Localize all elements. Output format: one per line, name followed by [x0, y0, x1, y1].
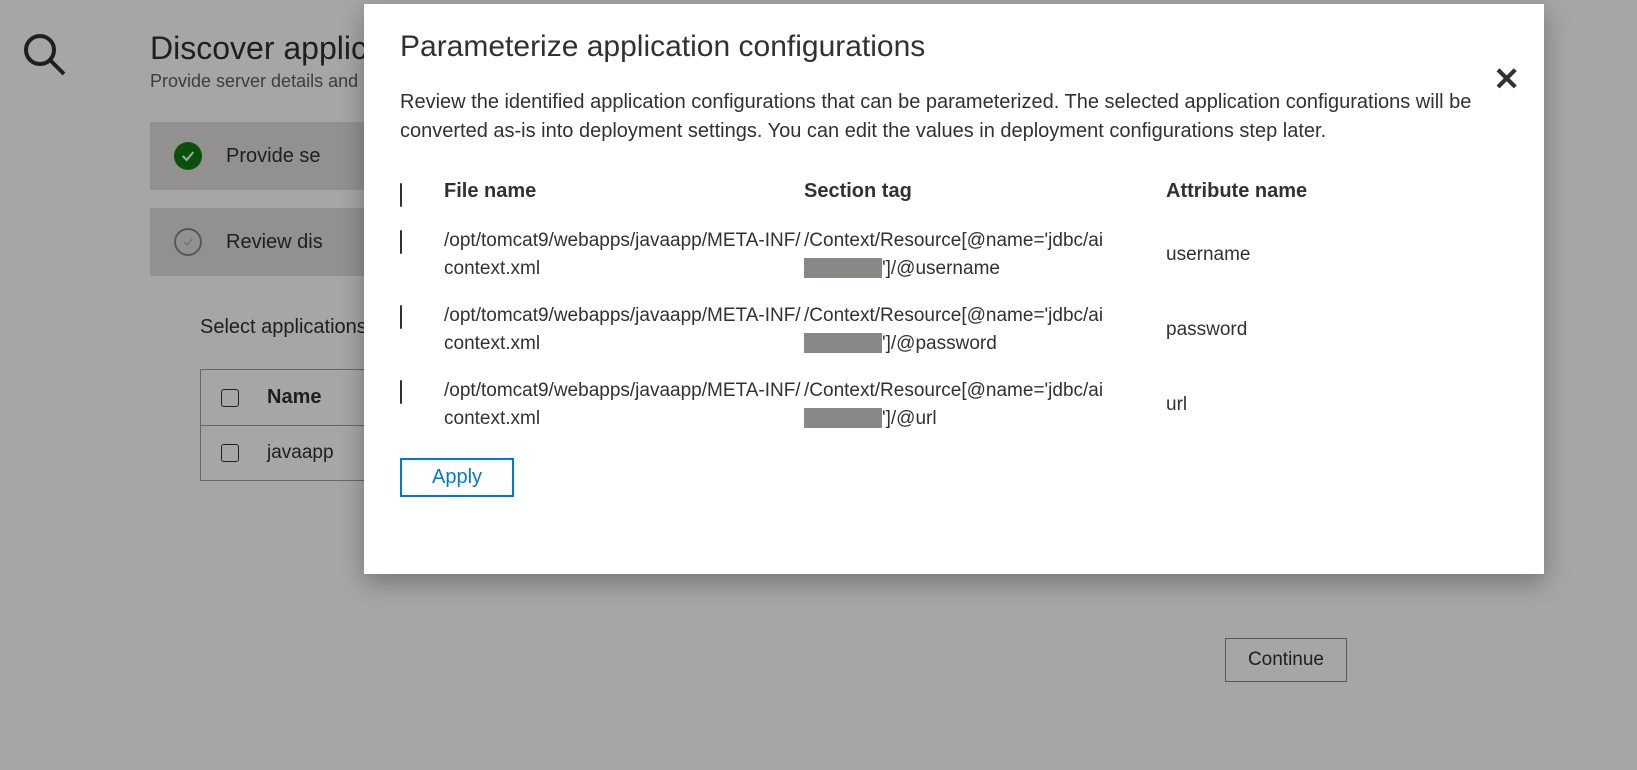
row-checkbox[interactable] — [400, 305, 402, 329]
column-header-file-name: File name — [444, 180, 804, 203]
parameterize-modal: Parameterize application configurations … — [364, 4, 1544, 574]
modal-description: Review the identified application config… — [400, 88, 1480, 146]
modal-title: Parameterize application configurations — [400, 30, 1508, 64]
column-header-attribute-name: Attribute name — [1166, 180, 1466, 203]
file-name-cell: /opt/tomcat9/webapps/javaapp/META-INF/co… — [444, 227, 804, 282]
file-name-cell: /opt/tomcat9/webapps/javaapp/META-INF/co… — [444, 377, 804, 432]
redacted-segment — [804, 408, 882, 428]
redacted-segment — [804, 333, 882, 353]
section-tag-cell: /Context/Resource[@name='jdbc/ai ']/@pas… — [804, 302, 1166, 357]
param-table: File name Section tag Attribute name /op… — [400, 180, 1508, 432]
row-checkbox[interactable] — [400, 380, 402, 404]
select-all-checkbox[interactable] — [400, 183, 402, 207]
redacted-segment — [804, 258, 882, 278]
close-icon[interactable]: ✕ — [1493, 60, 1520, 98]
attribute-name-cell: username — [1166, 241, 1466, 269]
file-name-cell: /opt/tomcat9/webapps/javaapp/META-INF/co… — [444, 302, 804, 357]
attribute-name-cell: password — [1166, 316, 1466, 344]
apply-button[interactable]: Apply — [400, 458, 514, 497]
row-checkbox[interactable] — [400, 230, 402, 254]
attribute-name-cell: url — [1166, 391, 1466, 419]
column-header-section-tag: Section tag — [804, 180, 1166, 203]
section-tag-cell: /Context/Resource[@name='jdbc/ai ']/@use… — [804, 227, 1166, 282]
section-tag-cell: /Context/Resource[@name='jdbc/ai ']/@url — [804, 377, 1166, 432]
